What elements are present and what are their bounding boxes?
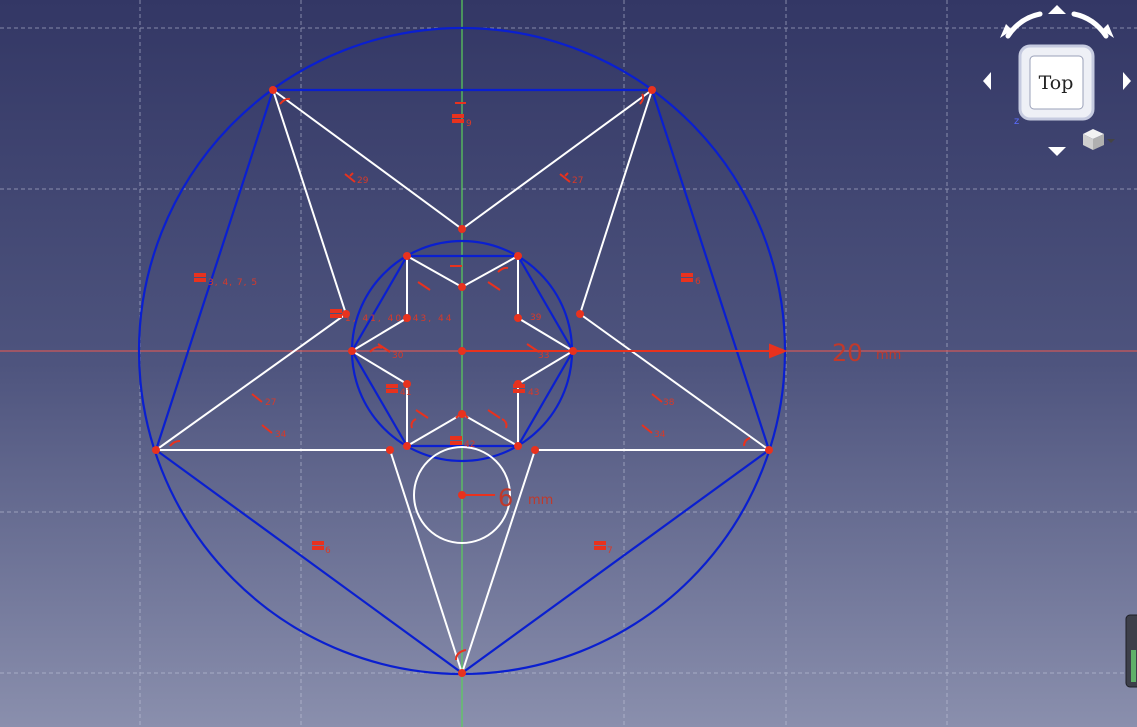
navcube-face-label: Top [1039,72,1074,94]
constraint-label-center-left: 30 [392,351,404,361]
arrow-up-icon[interactable] [1048,5,1066,14]
arrow-left-icon[interactable] [983,72,991,90]
constraint-label-inner-l1: 41 [400,388,411,398]
navcube-axis-z-label: z [1014,116,1019,127]
constraint-label-bottom-right: 7 [607,546,613,556]
rotate-right-arrow-icon[interactable] [1071,11,1109,39]
constraint-label-left-group: 3, 4, 7, 5 [208,278,258,288]
constraint-labels: 9 29 27 3, 4, 7, 5 6 1, 41, 40, 43, 44 3… [208,119,701,556]
constraint-label-inner-right: 39 [530,313,542,323]
view-menu-cube-icon[interactable] [1083,129,1115,150]
constraint-label-inner-r1: 43 [528,388,539,398]
constraint-label-left-27: 27 [265,398,276,408]
constraint-label-center-row: 1, 41, 40, 43, 44 [345,314,453,324]
sketch-grid [0,0,1137,727]
side-panel-handle[interactable] [1125,614,1137,688]
constraint-label-lower-center: 42 [464,440,475,450]
constraint-label-right-38: 38 [663,398,675,408]
constraint-label-right-34: 34 [654,430,666,440]
constraint-label-bottom-left: 6 [325,546,331,556]
sketch-viewport[interactable]: 9 29 27 3, 4, 7, 5 6 1, 41, 40, 43, 44 3… [0,0,1137,727]
constraint-label-right: 6 [695,277,701,287]
arrow-right-icon[interactable] [1123,72,1131,90]
outer-radius-dimension-value[interactable]: 20 [832,339,863,367]
constraint-label-top: 9 [466,119,472,129]
constraint-label-upper-left: 29 [357,176,369,186]
inner-radius-dimension-unit: mm [528,493,553,508]
constraint-label-center-right: 33 [538,351,549,361]
arrow-down-icon[interactable] [1048,147,1066,156]
constraint-label-left-34: 34 [275,430,287,440]
inner-radius-dimension-value[interactable]: 6 [498,484,513,512]
outer-radius-dimension-unit: mm [876,348,901,363]
rotate-left-arrow-icon[interactable] [1005,11,1043,39]
constraint-label-upper-right: 27 [572,176,583,186]
